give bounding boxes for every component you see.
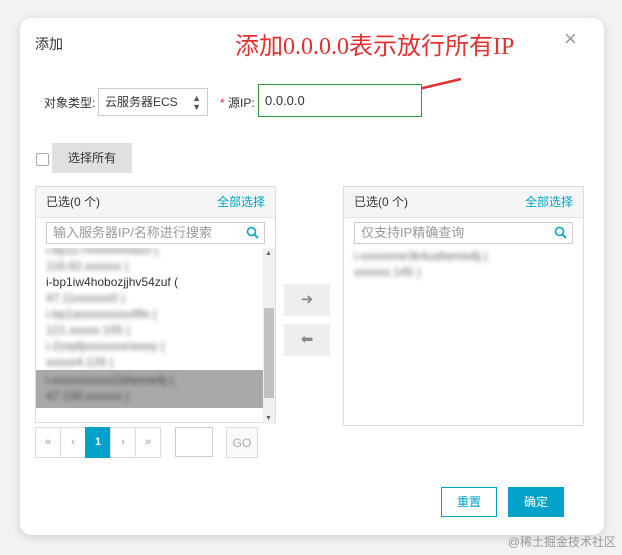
available-search-input[interactable]: 输入服务器IP/名称进行搜索 (46, 222, 265, 244)
prev-page-button[interactable]: ‹ (60, 427, 86, 458)
list-item-ip: 47.100.xxxxxx ) (46, 389, 130, 403)
selected-list-header: 已选(0 个) 全部选择 (344, 187, 583, 218)
list-item-id: i-bp1iw4hobozjjhv54zuf ( (46, 275, 179, 289)
add-dialog: 添加 × 添加0.0.0.0表示放行所有IP 对象类型: 云服务器ECS ▲ ▼ … (20, 18, 604, 535)
source-ip-label: * 源IP: (220, 94, 255, 111)
required-mark: * (220, 96, 225, 110)
search-icon[interactable] (554, 226, 567, 239)
list-item-ip: xxxxxx.145 ) (354, 265, 421, 279)
next-page-button[interactable]: › (110, 427, 136, 458)
selected-list-panel: 已选(0 个) 全部选择 仅支持IP精确查询 i-xxxxxme3k4uafwm… (343, 186, 584, 426)
source-ip-input[interactable]: 0.0.0.0 (258, 84, 422, 117)
list-item[interactable]: i-xxxxxme3k4uafwmie8j ( xxxxxx.145 ) (344, 248, 583, 280)
go-button[interactable]: GO (226, 427, 258, 458)
scrollbar-thumb[interactable] (264, 308, 274, 398)
confirm-button[interactable]: 确定 (508, 487, 564, 517)
move-right-button[interactable]: ➜ (284, 284, 330, 316)
available-count: 已选(0 个) (46, 195, 101, 209)
scroll-up-icon[interactable]: ▲ (265, 250, 272, 257)
list-item-id: i-xxxxxme3k4uafwmie8j ( (354, 249, 489, 263)
available-list: i-bp117nnnnnn0azo ( 116.62.xxxxxx ) i-bp… (36, 248, 275, 424)
watermark: @稀土掘金技术社区 (507, 535, 616, 549)
available-list-header: 已选(0 个) 全部选择 (36, 187, 275, 218)
select-all-checkbox[interactable] (36, 153, 49, 166)
list-item[interactable]: i-bp117nnnnnn0azo ( 116.62.xxxxxx ) (36, 248, 275, 274)
list-item[interactable]: i-2zej4jxxxxxxxraxwy ( xxxxx4.126 ) (36, 338, 275, 370)
current-page-button[interactable]: 1 (85, 427, 111, 458)
list-item-ip: 121.xxxxx.105 ) (46, 323, 131, 337)
list-item-ip: 47.11xxxxxx0 ) (46, 291, 126, 305)
arrow-left-icon: ⬅ (300, 331, 314, 348)
search-icon[interactable] (246, 226, 259, 239)
available-list-panel: 已选(0 个) 全部选择 输入服务器IP/名称进行搜索 i-bp117nnnnn… (35, 186, 276, 424)
list-item-id: i-bp1asxxxxxxxxflfe ( (46, 307, 157, 321)
select-all-button[interactable]: 选择所有 (52, 143, 132, 173)
object-type-select[interactable]: 云服务器ECS ▲ ▼ (98, 88, 208, 116)
list-item-ip: 116.62.xxxxxx ) (46, 259, 129, 273)
select-caret-icon: ▲ ▼ (192, 93, 201, 112)
first-page-button[interactable]: « (35, 427, 61, 458)
selected-search-input[interactable]: 仅支持IP精确查询 (354, 222, 573, 244)
move-left-button[interactable]: ⬅ (284, 324, 330, 356)
selected-select-all-link[interactable]: 全部选择 (525, 187, 573, 217)
dialog-title: 添加 (35, 36, 63, 52)
list-scrollbar[interactable]: ▲ ▼ (263, 248, 275, 424)
list-item-id: i-bp117nnnnnn0azo ( (46, 248, 159, 257)
page-number-input[interactable] (175, 427, 213, 457)
pagination: « ‹ 1 › » (35, 427, 161, 458)
source-ip-label-text: 源IP: (228, 96, 255, 110)
selected-search-placeholder: 仅支持IP精确查询 (361, 225, 465, 240)
list-item[interactable]: i-bp1asxxxxxxxxflfe ( 121.xxxxx.105 ) (36, 306, 275, 338)
scroll-down-icon[interactable]: ▼ (265, 415, 272, 422)
reset-button[interactable]: 重置 (441, 487, 497, 517)
arrow-right-icon: ➜ (300, 291, 314, 308)
last-page-button[interactable]: » (135, 427, 161, 458)
list-item[interactable]: i-bp1iw4hobozjjhv54zuf ( 47.11xxxxxx0 ) (36, 274, 275, 306)
list-item-selected[interactable]: i-xxxxxxxxxx2afwmie8j ( 47.100.xxxxxx ) (36, 370, 275, 408)
close-icon[interactable]: × (564, 28, 577, 50)
available-search-placeholder: 输入服务器IP/名称进行搜索 (53, 225, 212, 240)
selected-count: 已选(0 个) (354, 195, 409, 209)
list-item-id: i-xxxxxxxxxx2afwmie8j ( (46, 373, 175, 387)
available-select-all-link[interactable]: 全部选择 (217, 187, 265, 217)
list-item-id: i-2zej4jxxxxxxxraxwy ( (46, 339, 165, 353)
list-item-ip: xxxxx4.126 ) (46, 355, 114, 369)
object-type-value: 云服务器ECS (105, 95, 178, 109)
annotation-text: 添加0.0.0.0表示放行所有IP (235, 34, 515, 60)
selected-list: i-xxxxxme3k4uafwmie8j ( xxxxxx.145 ) (344, 248, 583, 424)
object-type-label: 对象类型: (44, 96, 96, 110)
